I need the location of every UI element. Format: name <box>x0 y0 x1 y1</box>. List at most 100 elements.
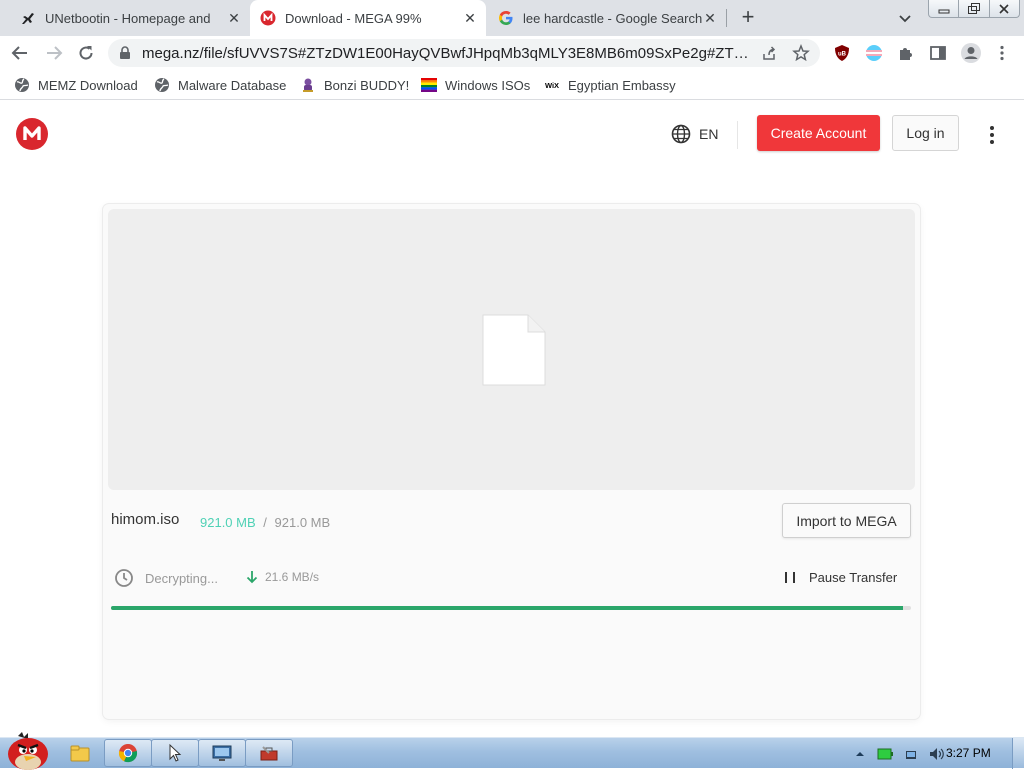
file-size: 921.0 MB / 921.0 MB <box>200 515 330 530</box>
status-text: Decrypting... <box>145 570 218 586</box>
bookmark-malware-database[interactable]: Malware Database <box>154 76 286 94</box>
start-button[interactable] <box>4 730 52 770</box>
plane-icon <box>20 10 36 26</box>
taskbar-chrome[interactable] <box>104 739 152 767</box>
transfer-status: Decrypting... <box>114 568 218 588</box>
profile-avatar-icon[interactable] <box>960 42 982 64</box>
total-size: 921.0 MB <box>274 515 331 530</box>
network-icon[interactable] <box>905 748 917 760</box>
share-icon[interactable] <box>761 45 777 66</box>
login-button[interactable]: Log in <box>892 115 959 151</box>
bookmark-bonzi-buddy[interactable]: Bonzi BUDDY! <box>300 76 409 94</box>
browser-toolbar: mega.nz/file/sfUVVS7S#ZTzDW1E00HayQVBwfJ… <box>0 36 1024 70</box>
back-button[interactable] <box>8 41 32 65</box>
chrome-icon <box>118 744 138 763</box>
create-account-button[interactable]: Create Account <box>757 115 880 151</box>
arrow-down-icon <box>246 571 258 584</box>
speed-text: 21.6 MB/s <box>265 570 320 584</box>
restore-button[interactable] <box>958 0 988 17</box>
tray-expand-icon[interactable] <box>855 749 865 759</box>
new-tab-button[interactable]: + <box>736 6 760 30</box>
volume-icon[interactable] <box>929 747 945 761</box>
bookmark-label: Malware Database <box>178 77 287 93</box>
tab-google[interactable]: lee hardcastle - Google Search ✕ <box>488 0 726 36</box>
language-selector[interactable]: EN <box>671 124 718 144</box>
bookmark-egyptian-embassy[interactable]: WiX Egyptian Embassy <box>544 76 676 94</box>
pause-transfer-button[interactable]: Pause Transfer <box>785 570 897 585</box>
cursor-app-icon <box>169 743 182 762</box>
globe-icon <box>14 77 30 93</box>
file-preview <box>108 209 915 490</box>
globe-icon <box>154 77 170 93</box>
minimize-button[interactable] <box>929 0 958 17</box>
wix-icon: WiX <box>544 77 560 93</box>
progress-fill <box>111 606 903 610</box>
system-tray <box>855 745 945 763</box>
mega-icon <box>260 10 276 26</box>
file-name: himom.iso <box>111 511 180 528</box>
window-controls <box>928 0 1020 18</box>
explorer-icon <box>70 745 90 762</box>
ublock-icon[interactable]: uB <box>833 44 851 62</box>
angry-bird-icon <box>8 732 48 770</box>
bookmark-label: MEMZ Download <box>38 77 138 93</box>
svg-text:uB: uB <box>838 52 847 58</box>
lock-icon[interactable] <box>118 46 132 65</box>
download-card: himom.iso 921.0 MB / 921.0 MB Import to … <box>103 204 920 719</box>
pause-icon <box>785 572 795 583</box>
close-icon[interactable]: ✕ <box>226 10 242 26</box>
clock-icon <box>115 569 133 587</box>
google-icon <box>498 10 514 26</box>
windows-taskbar: 3:27 PM <box>0 732 1024 770</box>
svg-text:WiX: WiX <box>545 81 559 90</box>
bonzi-icon <box>300 77 316 93</box>
tab-title: Download - MEGA 99% <box>285 10 422 26</box>
pause-label: Pause Transfer <box>809 570 898 585</box>
file-icon <box>482 314 546 386</box>
clock[interactable]: 3:27 PM <box>946 746 991 760</box>
taskbar-explorer[interactable] <box>58 739 102 767</box>
window-close-button[interactable] <box>988 0 1019 17</box>
tab-divider <box>726 9 727 27</box>
rainbow-flag-icon <box>421 77 437 93</box>
tab-title: UNetbootin - Homepage and <box>45 10 211 26</box>
bookmark-windows-isos[interactable]: Windows ISOs <box>421 76 530 94</box>
language-code: EN <box>699 126 719 142</box>
bookmark-label: Bonzi BUDDY! <box>324 77 410 93</box>
tab-strip: UNetbootin - Homepage and ✕ Download - M… <box>0 0 1024 36</box>
size-separator: / <box>263 515 267 530</box>
puzzle-icon[interactable] <box>897 44 915 62</box>
trans-flag-extension-icon[interactable] <box>865 44 883 62</box>
star-icon[interactable] <box>792 43 810 67</box>
globe-icon <box>671 124 691 144</box>
battery-icon[interactable] <box>877 747 893 761</box>
url-text[interactable]: mega.nz/file/sfUVVS7S#ZTzDW1E00HayQVBwfJ… <box>142 45 754 62</box>
import-to-mega-button[interactable]: Import to MEGA <box>782 503 911 538</box>
mega-logo-icon[interactable] <box>16 118 48 150</box>
forward-button[interactable] <box>42 41 66 65</box>
chevron-down-icon[interactable] <box>896 9 914 27</box>
more-options-icon[interactable] <box>982 123 1002 147</box>
taskbar-app-tools[interactable] <box>245 739 293 767</box>
downloaded-size: 921.0 MB <box>200 515 256 530</box>
screen-icon <box>212 745 232 761</box>
bookmark-memz[interactable]: MEMZ Download <box>14 76 138 94</box>
taskbar-app-screen[interactable] <box>198 739 246 767</box>
taskbar-app-cursor[interactable] <box>151 739 199 767</box>
header-divider <box>737 121 738 149</box>
side-panel-icon[interactable] <box>929 44 947 62</box>
bookmarks-bar: MEMZ Download Malware Database Bonzi BUD… <box>0 70 1024 100</box>
toolbox-icon <box>260 746 278 761</box>
menu-kebab-icon[interactable] <box>993 44 1011 62</box>
close-icon[interactable]: ✕ <box>462 10 478 26</box>
mega-page: EN Create Account Log in himom.iso 921.0… <box>0 101 1024 737</box>
transfer-speed: 21.6 MB/s <box>246 570 319 584</box>
address-bar[interactable]: mega.nz/file/sfUVVS7S#ZTzDW1E00HayQVBwfJ… <box>108 39 820 67</box>
progress-bar <box>111 606 911 610</box>
close-icon[interactable]: ✕ <box>702 10 718 26</box>
show-desktop-button[interactable] <box>1012 738 1024 769</box>
tab-mega[interactable]: Download - MEGA 99% ✕ <box>250 0 486 36</box>
bookmark-label: Windows ISOs <box>445 77 531 93</box>
tab-unetbootin[interactable]: UNetbootin - Homepage and ✕ <box>12 0 250 36</box>
reload-button[interactable] <box>74 41 98 65</box>
